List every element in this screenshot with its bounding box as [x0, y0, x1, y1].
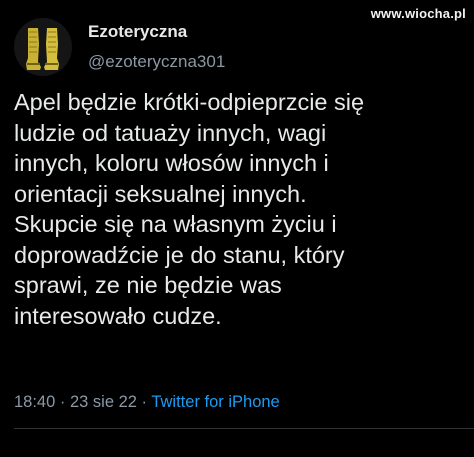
- tweet-time[interactable]: 18:40: [14, 393, 55, 411]
- tweet-text-line: sprawi, ze nie będzie was: [14, 272, 282, 298]
- user-names: Ezoteryczna @ezoteryczna301: [88, 22, 225, 72]
- tweet-date[interactable]: 23 sie 22: [70, 393, 137, 411]
- tweet-text-line: innych, koloru włosów innych i: [14, 150, 329, 176]
- tweet-text-line: doprowadźcie je do stanu, który: [14, 241, 345, 268]
- tweet-header: Ezoteryczna @ezoteryczna301: [14, 18, 225, 76]
- tweet-text-line: ludzie od tatuaży innych, wagi: [14, 119, 327, 146]
- avatar[interactable]: [14, 18, 72, 76]
- tweet-text-line: Skupcie się na własnym życiu i: [14, 211, 337, 237]
- user-handle[interactable]: @ezoteryczna301: [88, 52, 225, 72]
- tweet-text: Apel będzie krótki-odpieprzcie się ludzi…: [14, 87, 464, 331]
- tweet-text-line: interesowało cudze.: [14, 302, 222, 329]
- tweet-source-link[interactable]: Twitter for iPhone: [151, 393, 279, 411]
- meta-separator: ·: [141, 393, 148, 411]
- tweet-text-line: Apel będzie krótki-odpieprzcie się: [14, 89, 365, 115]
- meta-separator: ·: [59, 393, 66, 411]
- tweet-card: Ezoteryczna @ezoteryczna301 Apel będzie …: [0, 0, 474, 457]
- golden-boots-icon: [14, 18, 72, 76]
- tweet-meta: 18:40 · 23 sie 22 · Twitter for iPhone: [14, 393, 280, 412]
- divider: [14, 428, 474, 429]
- tweet-text-line: orientacji seksualnej innych.: [14, 180, 307, 207]
- display-name[interactable]: Ezoteryczna: [88, 22, 225, 42]
